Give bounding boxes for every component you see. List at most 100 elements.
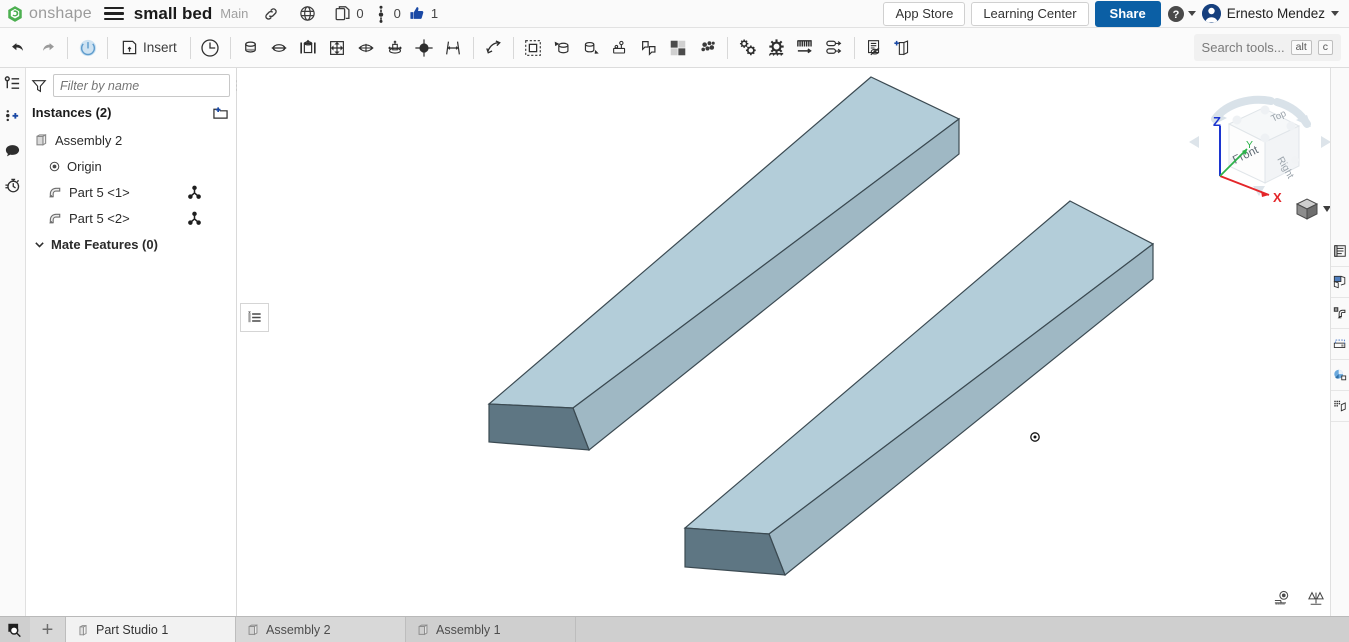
add-folder-icon[interactable] [212, 105, 229, 120]
comment-icon[interactable] [2, 140, 24, 162]
replicate-icon[interactable] [548, 33, 577, 63]
help-question-icon: ? [1167, 5, 1185, 23]
tree-item-origin[interactable]: Origin [26, 153, 236, 179]
history-stopwatch-icon[interactable] [2, 174, 24, 196]
chevron-down-icon [1188, 11, 1196, 16]
tree-item-label: Assembly 2 [55, 133, 122, 148]
main-menu-button[interactable] [104, 4, 124, 24]
assembly-pattern-icon[interactable] [606, 33, 635, 63]
filter-by-name-input[interactable] [53, 74, 230, 97]
render-studio-icon[interactable] [1331, 360, 1349, 391]
planar-mate-icon[interactable] [323, 33, 352, 63]
measure-tape-icon[interactable] [1273, 590, 1291, 606]
appearance-grid-icon[interactable] [1331, 267, 1349, 298]
user-name[interactable]: Ernesto Mendez [1227, 6, 1325, 21]
tab-label: Assembly 2 [266, 623, 331, 637]
pin-slot-mate-icon[interactable] [381, 33, 410, 63]
assembly-tab-icon [416, 623, 430, 637]
section-view-icon[interactable] [1331, 329, 1349, 360]
search-kbd-key: c [1318, 40, 1333, 55]
transform-icon[interactable] [577, 33, 606, 63]
assembly-list-icon[interactable] [2, 72, 24, 94]
avatar[interactable] [1202, 4, 1221, 23]
help-menu[interactable]: ? [1167, 5, 1196, 23]
versions-icon[interactable] [370, 3, 392, 25]
learning-center-button[interactable]: Learning Center [971, 2, 1088, 26]
tab-bar: + Part Studio 1 Assembly 2 [0, 616, 1349, 642]
instances-panel: Instances (2) [26, 68, 237, 616]
mirror-icon[interactable] [635, 33, 664, 63]
thumbs-up-icon[interactable] [407, 3, 429, 25]
link-icon[interactable] [260, 3, 282, 25]
add-version-icon[interactable] [2, 106, 24, 128]
search-tools-input[interactable]: Search tools... alt c [1194, 34, 1341, 61]
filter-row [26, 68, 236, 101]
insert-button[interactable]: Insert [113, 33, 185, 63]
part-studio-icon [76, 623, 90, 637]
revolute-mate-icon[interactable] [265, 33, 294, 63]
instances-header: Instances (2) [26, 101, 236, 124]
view-cube[interactable]: Top Front Right Z X Y [1185, 86, 1335, 226]
onshape-logo-icon[interactable] [6, 5, 24, 23]
copy-icon[interactable] [332, 3, 354, 25]
svg-text:?: ? [1172, 9, 1179, 21]
bill-of-materials-icon[interactable] [1331, 236, 1349, 267]
fix-icon[interactable] [236, 33, 265, 63]
share-button[interactable]: Share [1095, 1, 1161, 27]
tree-item-assembly-2[interactable]: Assembly 2 [26, 127, 236, 153]
user-menu-chevron-down-icon[interactable] [1331, 11, 1339, 16]
rebuild-refresh-icon[interactable] [73, 33, 102, 63]
gear-mate-icon[interactable] [762, 33, 791, 63]
display-states-icon[interactable] [693, 33, 722, 63]
group-icon[interactable] [519, 33, 548, 63]
workspace-body: Instances (2) [0, 68, 1349, 616]
insert-label: Insert [143, 40, 177, 55]
mate-features-header[interactable]: Mate Features (0) [26, 231, 236, 257]
app-store-button[interactable]: App Store [883, 2, 965, 26]
tab-assembly-2[interactable]: Assembly 2 [236, 617, 406, 642]
topbar-right-group: App Store Learning Center Share ? Ernest… [883, 1, 1343, 27]
gear-relation-icon[interactable] [733, 33, 762, 63]
chevron-down-icon [34, 239, 45, 250]
history-clock-icon[interactable] [196, 33, 225, 63]
mass-properties-scale-icon[interactable] [1307, 590, 1325, 606]
axis-x-label: X [1273, 190, 1282, 205]
tab-search-icon[interactable] [0, 617, 30, 642]
onshape-app-window: onshape small bed Main 0 [0, 0, 1349, 642]
exploded-view-icon[interactable] [664, 33, 693, 63]
globe-public-icon[interactable] [296, 3, 318, 25]
rack-pinion-icon[interactable] [791, 33, 820, 63]
left-rail [0, 68, 26, 616]
tree-item-part-5-2[interactable]: Part 5 <2> [26, 205, 236, 231]
undo-arrow-icon[interactable] [4, 33, 33, 63]
add-tab-button[interactable]: + [30, 617, 66, 642]
tab-assembly-1[interactable]: Assembly 1 [406, 617, 576, 642]
hide-annotations-icon[interactable] [860, 33, 889, 63]
workspace-name[interactable]: Main [220, 6, 248, 21]
graphics-viewport[interactable]: Top Front Right Z X Y [237, 68, 1349, 616]
assembly-tab-icon [246, 623, 260, 637]
tree-item-label: Part 5 <1> [69, 185, 130, 200]
filter-funnel-icon[interactable] [31, 78, 47, 94]
instance-transform-icon[interactable] [1331, 298, 1349, 329]
insert-part-studio-icon[interactable] [889, 33, 918, 63]
mate-connector-indicator-icon[interactable] [187, 185, 202, 200]
right-rail [1330, 68, 1349, 616]
configuration-icon[interactable] [1331, 391, 1349, 422]
part-geometry-svg[interactable] [237, 68, 1349, 616]
search-placeholder: Search tools... [1202, 40, 1285, 55]
mate-connector-icon[interactable] [479, 33, 508, 63]
document-title[interactable]: small bed [134, 4, 212, 24]
mate-connector-indicator-icon[interactable] [187, 211, 202, 226]
cylindrical-mate-icon[interactable] [352, 33, 381, 63]
part-icon [48, 185, 63, 200]
tree-item-part-5-1[interactable]: Part 5 <1> [26, 179, 236, 205]
origin-point-marker [1030, 432, 1040, 442]
parallel-mate-icon[interactable] [439, 33, 468, 63]
redo-arrow-icon[interactable] [33, 33, 62, 63]
tab-part-studio-1[interactable]: Part Studio 1 [66, 617, 236, 642]
tangent-relation-icon[interactable] [820, 33, 849, 63]
assembly-toolbar: Insert [0, 28, 1349, 68]
ball-mate-icon[interactable] [410, 33, 439, 63]
slider-mate-icon[interactable] [294, 33, 323, 63]
